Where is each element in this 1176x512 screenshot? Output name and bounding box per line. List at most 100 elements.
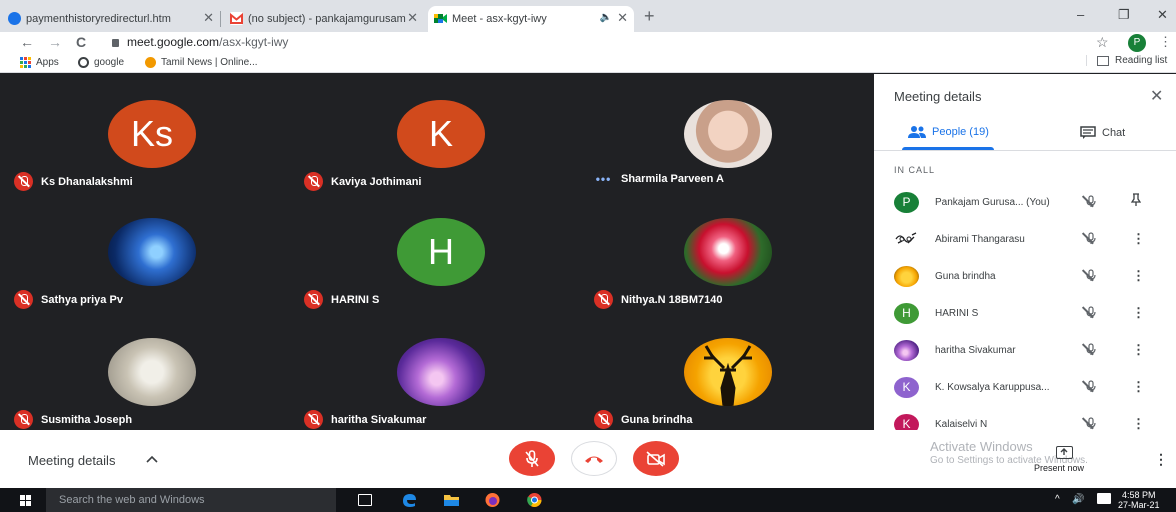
turn-on-camera-button[interactable] <box>633 441 679 476</box>
participant-row[interactable]: K K. Kowsalya Karuppusa... ⋮ <box>874 369 1176 406</box>
maximize-button[interactable]: ❐ <box>1118 7 1130 23</box>
participant-row[interactable]: H HARINI S ⋮ <box>874 295 1176 332</box>
taskbar-search-box[interactable]: Search the web and Windows <box>46 488 336 512</box>
hang-up-icon <box>585 456 603 463</box>
participant-tile[interactable]: K Kaviya Jothimani <box>290 74 580 192</box>
unmute-mic-button[interactable] <box>509 441 555 476</box>
tray-chevron-icon[interactable]: ^ <box>1055 494 1060 505</box>
participant-row[interactable]: haritha Sivakumar ⋮ <box>874 332 1176 369</box>
people-icon <box>908 126 926 138</box>
participant-name: Sathya priya Pv <box>41 293 123 306</box>
profile-avatar[interactable]: P <box>1128 34 1146 52</box>
tab-label: Chat <box>1102 126 1126 139</box>
tab-chat[interactable]: Chat <box>1080 126 1125 139</box>
avatar: K <box>894 377 919 398</box>
info-icon <box>8 12 21 25</box>
participant-row[interactable]: K Kalaiselvi N ⋮ <box>874 406 1176 430</box>
mic-off-icon <box>1085 232 1097 248</box>
news-icon <box>145 57 156 68</box>
participant-name: Susmitha Joseph <box>41 413 133 426</box>
firefox-icon[interactable] <box>484 492 501 508</box>
avatar-photo-purple <box>894 340 919 361</box>
mic-off-icon <box>1085 380 1097 396</box>
more-options-icon[interactable]: ⋮ <box>1154 451 1168 468</box>
back-button[interactable]: ← <box>20 34 34 50</box>
camera-off-icon <box>646 450 665 467</box>
more-vert-icon[interactable]: ⋮ <box>1132 379 1145 395</box>
participant-name: haritha Sivakumar <box>935 345 1016 356</box>
tab-gmail[interactable]: (no subject) - pankajamgurusam ✕ <box>224 6 424 32</box>
mic-off-icon <box>304 290 323 309</box>
participant-name: Kalaiselvi N <box>935 419 988 430</box>
leave-call-button[interactable] <box>571 441 617 476</box>
present-screen-icon[interactable] <box>1056 446 1073 459</box>
participant-name: Sharmila Parveen A <box>621 173 724 185</box>
close-tab-icon[interactable]: ✕ <box>617 10 628 26</box>
close-window-button[interactable]: ✕ <box>1157 7 1168 23</box>
more-vert-icon[interactable]: ⋮ <box>1132 342 1145 358</box>
tile-label: Guna brindha <box>594 410 693 429</box>
task-view-icon[interactable] <box>358 494 372 506</box>
tab-meet[interactable]: Meet - asx-kgyt-iwy 🔈 ✕ <box>428 6 634 32</box>
avatar-photo-baby <box>108 338 196 406</box>
participant-tile[interactable]: Susmitha Joseph <box>0 312 290 430</box>
minimize-button[interactable]: – <box>1077 7 1084 22</box>
apps-grid-icon <box>20 57 31 68</box>
participant-tile[interactable]: Nithya.N 18BM7140 <box>580 192 870 310</box>
file-explorer-icon[interactable] <box>443 492 460 508</box>
mic-off-icon <box>304 410 323 429</box>
browser-menu-icon[interactable]: ⋮ <box>1159 34 1172 50</box>
more-vert-icon[interactable]: ⋮ <box>1132 268 1145 284</box>
participant-row[interactable]: Guna brindha ⋮ <box>874 258 1176 295</box>
meeting-details-button[interactable]: Meeting details <box>28 453 115 468</box>
bookmark-apps[interactable]: Apps <box>20 57 59 68</box>
pin-icon[interactable] <box>1130 193 1142 207</box>
tile-label: Sathya priya Pv <box>14 290 123 309</box>
more-vert-icon[interactable]: ⋮ <box>1132 231 1145 247</box>
participant-tile[interactable]: Guna brindha <box>580 312 870 430</box>
forward-button[interactable]: → <box>48 34 62 50</box>
windows-taskbar: Search the web and Windows ^ 🔊 4:58 PM 2… <box>0 488 1176 512</box>
more-vert-icon[interactable]: ⋮ <box>1132 305 1145 321</box>
volume-icon[interactable]: 🔊 <box>1072 494 1084 505</box>
participant-tile[interactable]: ••• Sharmila Parveen A <box>580 74 870 192</box>
audio-playing-icon[interactable]: 🔈 <box>600 12 612 23</box>
notifications-icon[interactable] <box>1097 493 1111 504</box>
participant-name: HARINI S <box>331 293 380 306</box>
participant-row[interactable]: P Pankajam Gurusa... (You) <box>874 184 1176 221</box>
mic-off-icon <box>14 290 33 309</box>
chevron-up-icon[interactable] <box>146 452 158 466</box>
new-tab-button[interactable]: + <box>644 6 655 27</box>
bookmark-star-icon[interactable]: ☆ <box>1096 34 1109 51</box>
mic-off-icon <box>1085 306 1097 322</box>
mic-off-icon <box>594 410 613 429</box>
address-bar[interactable]: meet.google.com/asx-kgyt-iwy <box>112 35 288 49</box>
tab-payment-history[interactable]: paymenthistoryredirecturl.htm ✕ <box>2 6 220 32</box>
tile-label: Susmitha Joseph <box>14 410 132 429</box>
system-clock[interactable]: 4:58 PM 27-Mar-21 <box>1118 490 1160 510</box>
participant-tile[interactable]: H HARINI S <box>290 192 580 310</box>
bookmark-tamil-news[interactable]: Tamil News | Online... <box>145 57 258 68</box>
chrome-icon[interactable] <box>526 492 543 508</box>
reading-list-button[interactable]: Reading list <box>1086 55 1167 66</box>
bookmark-google[interactable]: google <box>78 57 124 68</box>
tile-label: Nithya.N 18BM7140 <box>594 290 723 309</box>
tile-label: HARINI S <box>304 290 379 309</box>
lock-icon <box>112 38 119 47</box>
edge-browser-icon[interactable] <box>401 492 418 508</box>
doodle-icon <box>894 229 919 250</box>
tab-title: paymenthistoryredirecturl.htm <box>26 13 171 25</box>
close-tab-icon[interactable]: ✕ <box>407 10 418 26</box>
participant-tile[interactable]: Ks Ks Dhanalakshmi <box>0 74 290 192</box>
close-panel-icon[interactable]: ✕ <box>1150 86 1163 106</box>
close-tab-icon[interactable]: ✕ <box>203 10 214 26</box>
participant-tile[interactable]: haritha Sivakumar <box>290 312 580 430</box>
participant-row[interactable]: Abirami Thangarasu ⋮ <box>874 221 1176 258</box>
reload-button[interactable]: C <box>76 34 86 50</box>
windows-start-icon[interactable] <box>20 495 31 506</box>
present-now-button[interactable]: Present now <box>1034 463 1084 473</box>
participant-tile[interactable]: Sathya priya Pv <box>0 192 290 310</box>
more-vert-icon[interactable]: ⋮ <box>1132 416 1145 430</box>
tab-people[interactable]: People (19) <box>908 126 989 138</box>
tab-separator <box>220 11 221 27</box>
